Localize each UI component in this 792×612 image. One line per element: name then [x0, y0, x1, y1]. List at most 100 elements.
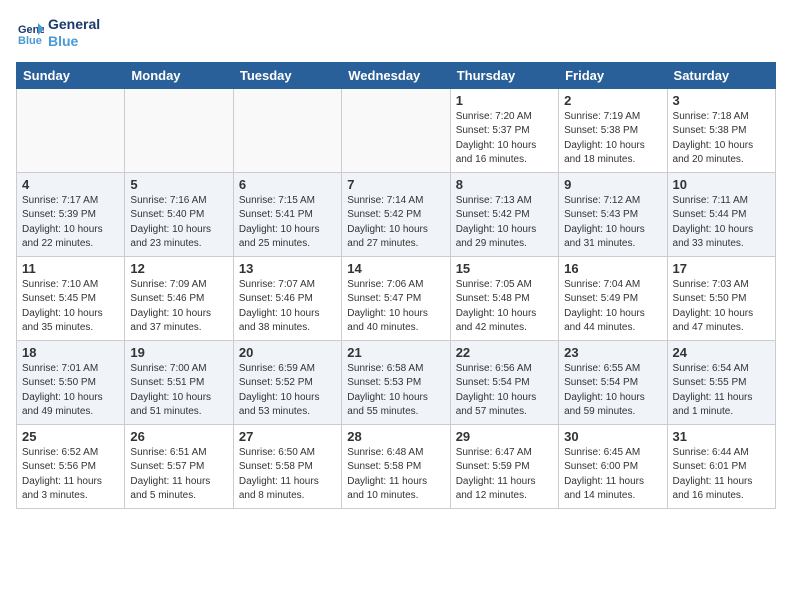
calendar-week-3: 11 Sunrise: 7:10 AM Sunset: 5:45 PM Dayli… [17, 256, 776, 340]
day-info: Sunrise: 6:45 AM Sunset: 6:00 PM Dayligh… [564, 446, 661, 504]
day-number: 30 [564, 429, 661, 444]
day-number: 15 [456, 261, 553, 276]
day-info: Sunrise: 7:01 AM Sunset: 5:50 PM Dayligh… [22, 362, 119, 420]
calendar-cell: 26 Sunrise: 6:51 AM Sunset: 5:57 PM Dayli… [125, 424, 233, 508]
day-info: Sunrise: 7:00 AM Sunset: 5:51 PM Dayligh… [130, 362, 227, 420]
day-info: Sunrise: 7:04 AM Sunset: 5:49 PM Dayligh… [564, 278, 661, 336]
day-info: Sunrise: 7:06 AM Sunset: 5:47 PM Dayligh… [347, 278, 444, 336]
calendar-cell: 18 Sunrise: 7:01 AM Sunset: 5:50 PM Dayli… [17, 340, 125, 424]
calendar-cell: 23Sunrise: 6:55 AM Sunset: 5:54 PM Dayli… [559, 340, 667, 424]
day-number: 16 [564, 261, 661, 276]
calendar-cell: 16 Sunrise: 7:04 AM Sunset: 5:49 PM Dayli… [559, 256, 667, 340]
day-info: Sunrise: 7:03 AM Sunset: 5:50 PM Dayligh… [673, 278, 770, 336]
calendar-cell: 9Sunrise: 7:12 AM Sunset: 5:43 PM Daylig… [559, 172, 667, 256]
day-of-week-saturday: Saturday [667, 62, 775, 88]
calendar-header-row: SundayMondayTuesdayWednesdayThursdayFrid… [17, 62, 776, 88]
day-number: 12 [130, 261, 227, 276]
calendar-cell: 8 Sunrise: 7:13 AM Sunset: 5:42 PM Daylig… [450, 172, 558, 256]
calendar-cell [17, 88, 125, 172]
day-info: Sunrise: 6:58 AM Sunset: 5:53 PM Dayligh… [347, 362, 444, 420]
calendar-cell: 31 Sunrise: 6:44 AM Sunset: 6:01 PM Dayli… [667, 424, 775, 508]
calendar-cell [233, 88, 341, 172]
logo-icon: General Blue [16, 19, 44, 47]
calendar-cell: 22 Sunrise: 6:56 AM Sunset: 5:54 PM Dayli… [450, 340, 558, 424]
calendar-cell: 14 Sunrise: 7:06 AM Sunset: 5:47 PM Dayli… [342, 256, 450, 340]
day-info: Sunrise: 7:13 AM Sunset: 5:42 PM Dayligh… [456, 194, 553, 252]
day-info: Sunrise: 7:20 AM Sunset: 5:37 PM Dayligh… [456, 110, 553, 168]
day-number: 27 [239, 429, 336, 444]
day-number: 1 [456, 93, 553, 108]
calendar-cell: 25 Sunrise: 6:52 AM Sunset: 5:56 PM Dayli… [17, 424, 125, 508]
day-of-week-tuesday: Tuesday [233, 62, 341, 88]
calendar-cell [125, 88, 233, 172]
day-info: Sunrise: 6:59 AM Sunset: 5:52 PM Dayligh… [239, 362, 336, 420]
calendar-week-4: 18 Sunrise: 7:01 AM Sunset: 5:50 PM Dayli… [17, 340, 776, 424]
logo: General Blue General Blue [16, 16, 100, 50]
day-info: Sunrise: 7:10 AM Sunset: 5:45 PM Dayligh… [22, 278, 119, 336]
day-number: 21 [347, 345, 444, 360]
day-number: 5 [130, 177, 227, 192]
calendar-cell: 6 Sunrise: 7:15 AM Sunset: 5:41 PM Daylig… [233, 172, 341, 256]
day-info: Sunrise: 6:47 AM Sunset: 5:59 PM Dayligh… [456, 446, 553, 504]
day-number: 13 [239, 261, 336, 276]
day-info: Sunrise: 7:16 AM Sunset: 5:40 PM Dayligh… [130, 194, 227, 252]
calendar-cell: 30 Sunrise: 6:45 AM Sunset: 6:00 PM Dayli… [559, 424, 667, 508]
header: General Blue General Blue [16, 16, 776, 50]
calendar-cell: 29 Sunrise: 6:47 AM Sunset: 5:59 PM Dayli… [450, 424, 558, 508]
day-number: 7 [347, 177, 444, 192]
day-number: 11 [22, 261, 119, 276]
day-number: 31 [673, 429, 770, 444]
calendar-cell: 5 Sunrise: 7:16 AM Sunset: 5:40 PM Daylig… [125, 172, 233, 256]
day-number: 8 [456, 177, 553, 192]
day-number: 29 [456, 429, 553, 444]
calendar-cell: 12Sunrise: 7:09 AM Sunset: 5:46 PM Dayli… [125, 256, 233, 340]
calendar-cell: 11 Sunrise: 7:10 AM Sunset: 5:45 PM Dayli… [17, 256, 125, 340]
day-number: 2 [564, 93, 661, 108]
day-of-week-monday: Monday [125, 62, 233, 88]
day-info: Sunrise: 7:05 AM Sunset: 5:48 PM Dayligh… [456, 278, 553, 336]
day-info: Sunrise: 7:18 AM Sunset: 5:38 PM Dayligh… [673, 110, 770, 168]
day-number: 3 [673, 93, 770, 108]
day-number: 9 [564, 177, 661, 192]
calendar-cell: 27 Sunrise: 6:50 AM Sunset: 5:58 PM Dayli… [233, 424, 341, 508]
calendar-cell: 24Sunrise: 6:54 AM Sunset: 5:55 PM Dayli… [667, 340, 775, 424]
day-number: 18 [22, 345, 119, 360]
logo-text: General Blue [48, 16, 100, 50]
day-info: Sunrise: 6:50 AM Sunset: 5:58 PM Dayligh… [239, 446, 336, 504]
calendar-cell [342, 88, 450, 172]
day-info: Sunrise: 7:19 AM Sunset: 5:38 PM Dayligh… [564, 110, 661, 168]
day-number: 22 [456, 345, 553, 360]
day-info: Sunrise: 6:44 AM Sunset: 6:01 PM Dayligh… [673, 446, 770, 504]
day-number: 23 [564, 345, 661, 360]
day-of-week-thursday: Thursday [450, 62, 558, 88]
calendar-cell: 28Sunrise: 6:48 AM Sunset: 5:58 PM Dayli… [342, 424, 450, 508]
day-info: Sunrise: 6:51 AM Sunset: 5:57 PM Dayligh… [130, 446, 227, 504]
calendar-week-2: 4 Sunrise: 7:17 AM Sunset: 5:39 PM Daylig… [17, 172, 776, 256]
calendar-cell: 10Sunrise: 7:11 AM Sunset: 5:44 PM Dayli… [667, 172, 775, 256]
day-info: Sunrise: 7:17 AM Sunset: 5:39 PM Dayligh… [22, 194, 119, 252]
calendar-cell: 2 Sunrise: 7:19 AM Sunset: 5:38 PM Daylig… [559, 88, 667, 172]
calendar-cell: 1 Sunrise: 7:20 AM Sunset: 5:37 PM Daylig… [450, 88, 558, 172]
day-info: Sunrise: 7:07 AM Sunset: 5:46 PM Dayligh… [239, 278, 336, 336]
day-number: 4 [22, 177, 119, 192]
day-info: Sunrise: 6:48 AM Sunset: 5:58 PM Dayligh… [347, 446, 444, 504]
day-of-week-sunday: Sunday [17, 62, 125, 88]
day-number: 14 [347, 261, 444, 276]
calendar-cell: 15 Sunrise: 7:05 AM Sunset: 5:48 PM Dayli… [450, 256, 558, 340]
calendar-cell: 17 Sunrise: 7:03 AM Sunset: 5:50 PM Dayli… [667, 256, 775, 340]
day-info: Sunrise: 7:15 AM Sunset: 5:41 PM Dayligh… [239, 194, 336, 252]
calendar: SundayMondayTuesdayWednesdayThursdayFrid… [16, 62, 776, 509]
calendar-cell: 7 Sunrise: 7:14 AM Sunset: 5:42 PM Daylig… [342, 172, 450, 256]
calendar-cell: 13 Sunrise: 7:07 AM Sunset: 5:46 PM Dayli… [233, 256, 341, 340]
day-number: 6 [239, 177, 336, 192]
calendar-week-1: 1 Sunrise: 7:20 AM Sunset: 5:37 PM Daylig… [17, 88, 776, 172]
day-number: 24 [673, 345, 770, 360]
day-number: 26 [130, 429, 227, 444]
day-info: Sunrise: 6:56 AM Sunset: 5:54 PM Dayligh… [456, 362, 553, 420]
calendar-cell: 21 Sunrise: 6:58 AM Sunset: 5:53 PM Dayli… [342, 340, 450, 424]
day-info: Sunrise: 6:52 AM Sunset: 5:56 PM Dayligh… [22, 446, 119, 504]
day-number: 17 [673, 261, 770, 276]
day-info: Sunrise: 7:14 AM Sunset: 5:42 PM Dayligh… [347, 194, 444, 252]
day-number: 25 [22, 429, 119, 444]
day-number: 10 [673, 177, 770, 192]
